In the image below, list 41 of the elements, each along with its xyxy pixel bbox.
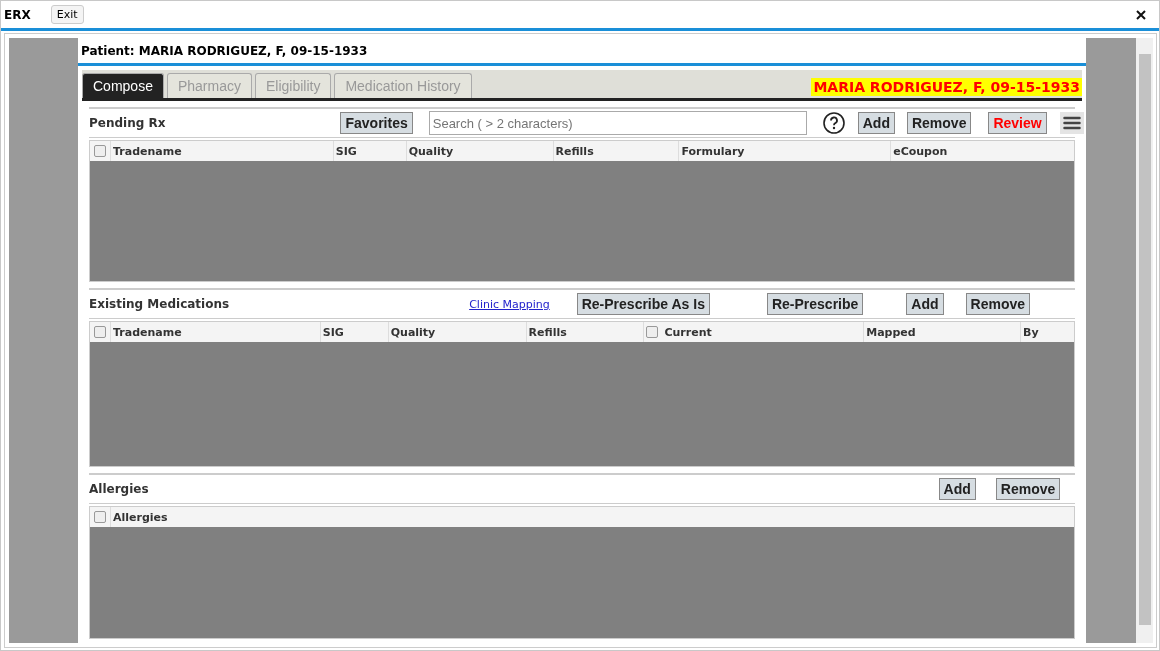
- section-title: Allergies: [89, 482, 149, 496]
- window-title: ERX: [4, 7, 31, 22]
- search-field[interactable]: Search ( > 2 characters): [428, 111, 807, 135]
- column-header: Mapped: [866, 325, 916, 339]
- column-header: Tradename: [113, 144, 182, 158]
- column-header: Quality: [390, 325, 436, 339]
- column-header: Formulary: [681, 144, 745, 158]
- action-button[interactable]: Re-Prescribe As Is: [576, 293, 710, 315]
- column-header: Refills: [528, 325, 567, 339]
- action-button[interactable]: Add: [857, 112, 895, 134]
- help-icon[interactable]: [822, 112, 845, 134]
- scrollbar[interactable]: [1136, 38, 1153, 643]
- action-button[interactable]: Remove: [906, 112, 972, 134]
- patient-header: Patient: MARIA RODRIGUEZ, F, 09-15-1933: [78, 38, 1086, 66]
- exit-button[interactable]: Exit: [50, 5, 84, 24]
- action-button[interactable]: Add: [906, 293, 944, 315]
- section-title: Existing Medications: [89, 297, 230, 311]
- column-header: SIG: [322, 325, 344, 339]
- column-header: Allergies: [112, 510, 168, 524]
- column-header: By: [1023, 325, 1039, 339]
- column-header: Refills: [555, 144, 594, 158]
- section-title: Pending Rx: [89, 116, 166, 130]
- action-button[interactable]: Remove: [965, 293, 1030, 315]
- clinic-mapping-link[interactable]: Clinic Mapping: [469, 297, 550, 311]
- column-header: Current: [664, 325, 712, 339]
- column-header: eCoupon: [893, 144, 948, 158]
- column-header: Quality: [408, 144, 454, 158]
- column-header: SIG: [335, 144, 357, 158]
- favorites-button[interactable]: Favorites: [340, 112, 413, 134]
- checkbox[interactable]: [94, 326, 106, 338]
- checkbox[interactable]: [93, 511, 106, 523]
- column-header: Tradename: [113, 325, 182, 339]
- action-button[interactable]: Remove: [995, 478, 1061, 500]
- close-icon[interactable]: [1136, 9, 1146, 20]
- action-button[interactable]: Re-Prescribe: [766, 293, 864, 315]
- checkbox[interactable]: [94, 145, 106, 157]
- patient-banner: MARIA RODRIGUEZ, F, 09-15-1933: [811, 78, 1082, 96]
- action-button[interactable]: Add: [938, 478, 976, 500]
- checkbox[interactable]: [646, 326, 659, 338]
- menu-icon[interactable]: [1059, 112, 1084, 134]
- tab[interactable]: Compose: [82, 73, 164, 98]
